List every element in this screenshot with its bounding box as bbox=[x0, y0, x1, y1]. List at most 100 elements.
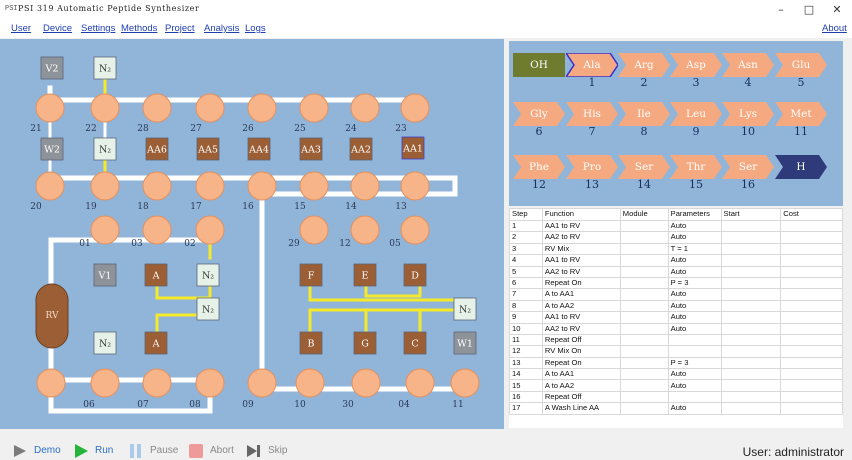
sequence-chip-ala-1[interactable]: Ala bbox=[566, 53, 618, 77]
valve-13[interactable] bbox=[400, 171, 430, 201]
valve-23[interactable] bbox=[400, 93, 430, 123]
amino-acid-box-AA5[interactable]: AA5 bbox=[196, 137, 220, 161]
sequence-chip-glu-5[interactable]: Glu bbox=[775, 53, 827, 77]
column-header[interactable]: Start bbox=[720, 208, 782, 221]
valve-29[interactable] bbox=[299, 215, 329, 245]
valve-row4-8[interactable] bbox=[450, 368, 480, 398]
reagent-box-c[interactable]: C bbox=[403, 331, 427, 355]
table-row[interactable]: 12 RV Mix On bbox=[509, 345, 843, 358]
column-header[interactable]: Step bbox=[509, 208, 543, 221]
valve-row4-2[interactable] bbox=[142, 368, 172, 398]
run-button[interactable]: Run bbox=[73, 443, 123, 459]
reagent-box-d[interactable]: D bbox=[403, 263, 427, 287]
reagent-box-g[interactable]: G bbox=[353, 331, 377, 355]
menu-user[interactable]: User bbox=[11, 23, 31, 34]
valve-box-v1[interactable]: V1 bbox=[93, 263, 117, 287]
valve-18[interactable] bbox=[142, 171, 172, 201]
table-row[interactable]: 10 AA2 to RV Auto bbox=[509, 322, 843, 335]
nitrogen-box[interactable]: N₂ bbox=[196, 297, 220, 321]
valve-row4-6[interactable] bbox=[351, 368, 381, 398]
table-row[interactable]: 8A to AA2 Auto bbox=[509, 299, 843, 313]
demo-button[interactable]: Demo bbox=[12, 443, 72, 459]
table-row[interactable]: 9 AA1 to RV Auto bbox=[509, 311, 843, 324]
valve-row4-1[interactable] bbox=[90, 368, 120, 398]
table-row[interactable]: 5 AA2 to RV Auto bbox=[509, 265, 843, 278]
column-header[interactable]: Cost bbox=[780, 208, 843, 221]
nitrogen-box[interactable]: N₂ bbox=[93, 137, 117, 161]
valve-row4-4[interactable] bbox=[247, 368, 277, 398]
reagent-box-a[interactable]: A bbox=[144, 263, 168, 287]
sequence-chip-met-11[interactable]: Met bbox=[775, 102, 827, 126]
sequence-chip-arg-2[interactable]: Arg bbox=[618, 53, 670, 77]
sequence-chip-ser-16[interactable]: Ser bbox=[722, 155, 774, 179]
column-header[interactable]: Parameters bbox=[667, 208, 722, 221]
menu-logs[interactable]: Logs bbox=[245, 23, 266, 34]
sequence-chip-his-7[interactable]: His bbox=[566, 102, 618, 126]
nitrogen-box[interactable]: N₂ bbox=[93, 56, 117, 80]
valve-17[interactable] bbox=[195, 171, 225, 201]
table-row[interactable]: 14 A to AA1 Auto bbox=[509, 368, 843, 381]
amino-acid-box-AA6[interactable]: AA6 bbox=[145, 137, 169, 161]
close-icon[interactable]: ✕ bbox=[826, 2, 848, 18]
table-row[interactable]: 3 RV Mix T = 1 bbox=[509, 242, 843, 256]
valve-27[interactable] bbox=[195, 93, 225, 123]
sequence-chip-thr-15[interactable]: Thr bbox=[670, 155, 722, 179]
reagent-box-e[interactable]: E bbox=[353, 263, 377, 287]
table-row[interactable]: 17 A Wash Line AA Auto bbox=[509, 402, 843, 415]
pause-button[interactable]: Pause bbox=[128, 443, 188, 459]
reagent-box-f[interactable]: F bbox=[299, 263, 323, 287]
sequence-chip-ser-14[interactable]: Ser bbox=[618, 155, 670, 179]
valve-19[interactable] bbox=[90, 171, 120, 201]
sequence-chip-lys-10[interactable]: Lys bbox=[722, 102, 774, 126]
amino-acid-box-AA1[interactable]: AA1 bbox=[401, 136, 425, 160]
reaction-vessel[interactable]: RV bbox=[35, 283, 69, 349]
table-row[interactable]: 11 Repeat Off bbox=[509, 333, 843, 347]
sequence-chip-leu-9[interactable]: Leu bbox=[670, 102, 722, 126]
abort-button[interactable]: Abort bbox=[188, 443, 248, 459]
waste-box-w2[interactable]: W2 bbox=[40, 137, 64, 161]
table-row[interactable]: 2 AA2 to RV Auto bbox=[509, 231, 843, 244]
sequence-chip-oh[interactable]: OH bbox=[513, 53, 565, 77]
menu-about[interactable]: About bbox=[822, 23, 847, 34]
valve-22[interactable] bbox=[90, 93, 120, 123]
valve-box-v2[interactable]: V2 bbox=[40, 56, 64, 80]
column-header[interactable]: Module bbox=[619, 208, 669, 221]
menu-analysis[interactable]: Analysis bbox=[204, 23, 239, 34]
table-row[interactable]: 16 Repeat Off bbox=[509, 390, 843, 404]
valve-row4-3[interactable] bbox=[195, 368, 225, 398]
valve-row4-7[interactable] bbox=[405, 368, 435, 398]
maximize-icon[interactable]: □ bbox=[798, 2, 820, 18]
menu-project[interactable]: Project bbox=[165, 23, 195, 34]
minimize-icon[interactable]: – bbox=[770, 2, 792, 18]
valve-20[interactable] bbox=[35, 171, 65, 201]
sequence-chip-ile-8[interactable]: Ile bbox=[618, 102, 670, 126]
sequence-chip-asn-4[interactable]: Asn bbox=[722, 53, 774, 77]
valve-15[interactable] bbox=[299, 171, 329, 201]
table-row[interactable]: 1 AA1 to RV Auto bbox=[509, 219, 843, 233]
valve-28[interactable] bbox=[142, 93, 172, 123]
amino-acid-box-AA4[interactable]: AA4 bbox=[247, 137, 271, 161]
sequence-chip-phe-12[interactable]: Phe bbox=[513, 155, 565, 179]
nitrogen-box[interactable]: N₂ bbox=[93, 331, 117, 355]
table-row[interactable]: 4 AA1 to RV Auto bbox=[509, 254, 843, 267]
nitrogen-box[interactable]: N₂ bbox=[453, 297, 477, 321]
valve-26[interactable] bbox=[247, 93, 277, 123]
table-row[interactable]: 13 Repeat On P = 3 bbox=[509, 356, 843, 370]
reagent-box-b[interactable]: B bbox=[299, 331, 323, 355]
table-row[interactable]: 6 Repeat On P = 3 bbox=[509, 276, 843, 290]
valve-21[interactable] bbox=[35, 93, 65, 123]
valve-14[interactable] bbox=[350, 171, 380, 201]
column-header[interactable]: Function bbox=[541, 208, 621, 221]
sequence-chip-pro-13[interactable]: Pro bbox=[566, 155, 618, 179]
table-row[interactable]: 7A to AA1 Auto bbox=[509, 288, 843, 301]
valve-12[interactable] bbox=[350, 215, 380, 245]
sequence-chip-h[interactable]: H bbox=[775, 155, 827, 179]
valve-05[interactable] bbox=[400, 215, 430, 245]
reagent-box-a[interactable]: A bbox=[144, 331, 168, 355]
valve-25[interactable] bbox=[299, 93, 329, 123]
sequence-chip-asp-3[interactable]: Asp bbox=[670, 53, 722, 77]
table-row[interactable]: 15 A to AA2 Auto bbox=[509, 379, 843, 392]
valve-row4-0[interactable] bbox=[36, 368, 66, 398]
amino-acid-box-AA2[interactable]: AA2 bbox=[349, 137, 373, 161]
valve-03[interactable] bbox=[142, 215, 172, 245]
